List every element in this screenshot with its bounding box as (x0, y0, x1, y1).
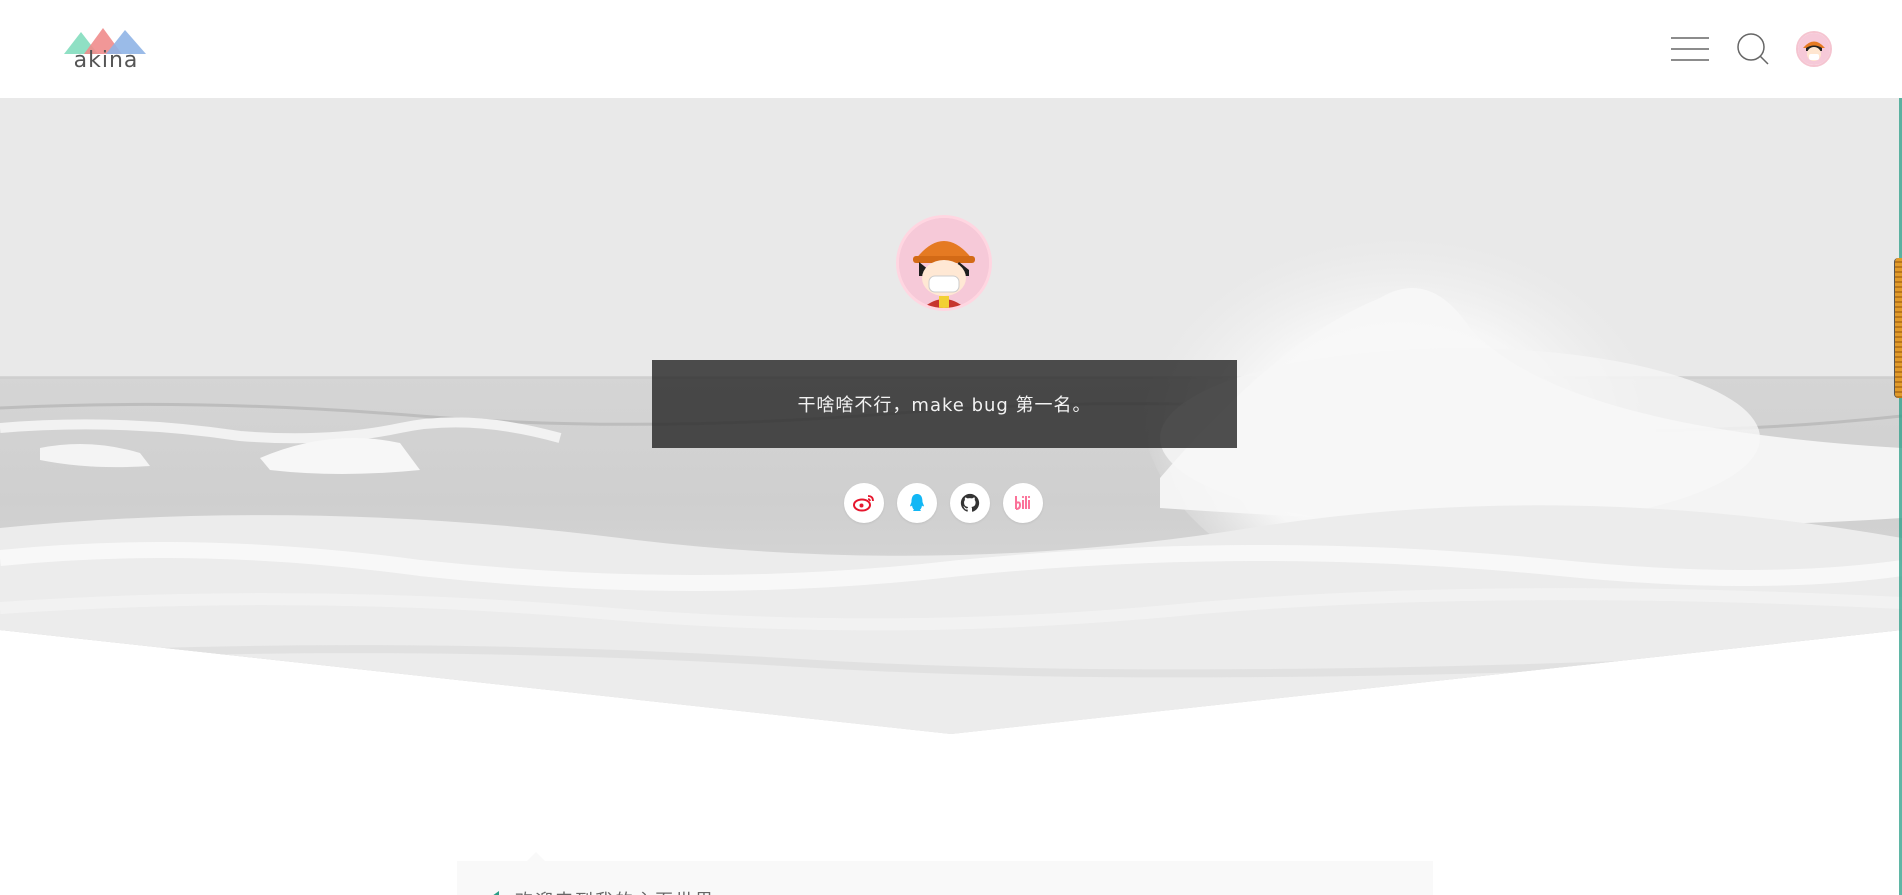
motto-text: 干啥啥不行，make bug 第一名。 (797, 395, 1092, 416)
qq-icon[interactable] (897, 483, 937, 523)
site-logo[interactable]: akina (64, 28, 148, 73)
weibo-icon[interactable] (844, 483, 884, 523)
notice-text: 欢迎来到我的主页世界 (515, 887, 715, 895)
header-actions (1670, 31, 1832, 67)
bilibili-icon[interactable] (1003, 483, 1043, 523)
motto-box: 干啥啥不行，make bug 第一名。 (652, 360, 1237, 448)
notice-bar: 欢迎来到我的主页世界 (457, 852, 1433, 895)
profile-avatar[interactable] (896, 215, 992, 311)
search-icon[interactable] (1736, 32, 1770, 66)
scroll-thumb[interactable] (1894, 258, 1902, 398)
notice-icon (485, 889, 503, 895)
notice-caret (527, 852, 545, 861)
page: akina 干啥啥不行，make bug 第一名。 (0, 0, 1902, 895)
hamburger-menu-icon[interactable] (1670, 35, 1710, 63)
github-icon[interactable] (950, 483, 990, 523)
hero-banner: 干啥啥不行，make bug 第一名。 (0, 98, 1902, 734)
social-links (844, 483, 1043, 523)
site-header: akina (0, 0, 1902, 98)
user-avatar[interactable] (1796, 31, 1832, 67)
logo-text: akina (73, 48, 139, 73)
